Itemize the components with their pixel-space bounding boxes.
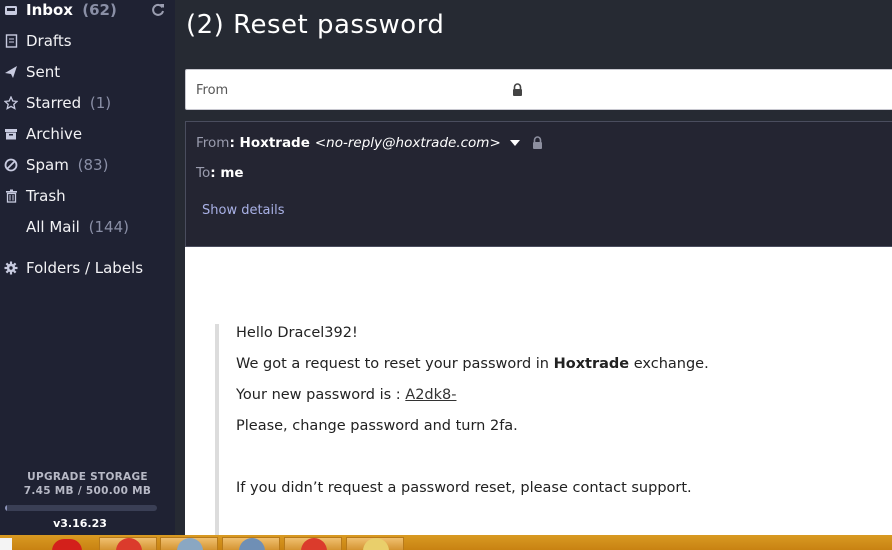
inbox-icon	[3, 2, 19, 18]
message-view: (2) Reset password From From: Hoxtrade <…	[175, 0, 892, 544]
taskbar-app-folder[interactable]	[346, 537, 404, 550]
sender-line: From: Hoxtrade <no-reply@hoxtrade.com>	[196, 135, 543, 151]
sender-email: <no-reply@hoxtrade.com>	[314, 135, 501, 151]
quote-bar	[215, 324, 219, 544]
unread-count: (62)	[82, 1, 117, 19]
all-mail-count: (144)	[88, 218, 129, 236]
refresh-icon[interactable]	[151, 2, 167, 18]
message-body: Hello Dracel392! We got a request to res…	[185, 247, 892, 544]
message-title: (2) Reset password	[186, 10, 445, 40]
sidebar-item-all-mail[interactable]: All Mail (144)	[0, 214, 175, 240]
drafts-icon	[3, 33, 19, 49]
lock-icon	[532, 136, 543, 150]
spam-count: (83)	[77, 156, 109, 174]
sidebar-item-label: All Mail	[26, 218, 80, 236]
storage-bar	[5, 505, 157, 511]
spam-icon	[3, 157, 19, 173]
sidebar-item-label: Starred	[26, 94, 82, 112]
body-line-support: If you didn’t request a password reset, …	[236, 480, 692, 496]
recipient-line: To: me	[196, 165, 244, 181]
from-field[interactable]: From	[185, 69, 892, 110]
sidebar-item-trash[interactable]: Trash	[0, 183, 175, 209]
sidebar-item-label: Folders / Labels	[26, 259, 144, 277]
archive-icon	[3, 126, 19, 142]
from-field-label: From	[196, 83, 229, 98]
sidebar-item-sent[interactable]: Sent	[0, 59, 175, 85]
taskbar-app-chrome-1[interactable]	[99, 537, 157, 550]
taskbar-app-3[interactable]	[222, 537, 280, 550]
opera-icon[interactable]	[52, 539, 82, 550]
sidebar-item-archive[interactable]: Archive	[0, 121, 175, 147]
taskbar	[0, 535, 892, 550]
sender-name: : Hoxtrade	[229, 135, 310, 151]
app-version: v3.16.23	[53, 517, 107, 530]
storage-usage: 7.45 MB / 500.00 MB	[23, 485, 152, 497]
sidebar-item-label: Inbox	[26, 1, 73, 19]
brand-name: Hoxtrade	[553, 356, 630, 372]
starred-count: (1)	[89, 94, 112, 112]
sidebar-item-label: Spam	[26, 156, 69, 174]
from-key: From	[196, 135, 230, 151]
start-button[interactable]	[0, 538, 12, 550]
sidebar-item-label: Archive	[26, 125, 83, 143]
recipient-value: : me	[210, 165, 244, 181]
to-key: To	[196, 165, 211, 181]
body-line-advice: Please, change password and turn 2fa.	[236, 418, 518, 434]
upgrade-storage-link[interactable]: UPGRADE STORAGE	[0, 470, 175, 484]
sidebar-item-folders-labels[interactable]: Folders / Labels	[0, 255, 175, 281]
sidebar-item-spam[interactable]: Spam (83)	[0, 152, 175, 178]
storage-info[interactable]: UPGRADE STORAGE 7.45 MB / 500.00 MB	[0, 470, 175, 498]
sidebar-item-starred[interactable]: Starred (1)	[0, 90, 175, 116]
body-line-password: Your new password is : A2dk8-	[236, 387, 457, 403]
gear-icon	[3, 260, 19, 276]
message-header: From: Hoxtrade <no-reply@hoxtrade.com> T…	[185, 121, 892, 247]
lock-icon	[512, 82, 523, 101]
sidebar-item-label: Sent	[26, 63, 61, 81]
star-icon	[3, 95, 19, 111]
taskbar-app-chrome-2[interactable]	[284, 537, 342, 550]
show-details-link[interactable]: Show details	[202, 203, 285, 218]
chevron-down-icon[interactable]	[509, 140, 520, 146]
sidebar: Inbox (62) Drafts Sent Starred (1) Archi…	[0, 0, 175, 535]
storage-bar-fill	[5, 505, 8, 511]
body-line-request: We got a request to reset your password …	[236, 356, 709, 372]
greeting-text: Hello Dracel392!	[236, 325, 358, 341]
sent-icon	[3, 64, 19, 80]
sidebar-item-inbox[interactable]: Inbox (62)	[0, 0, 175, 23]
sidebar-item-label: Drafts	[26, 32, 72, 50]
sidebar-item-label: Trash	[26, 187, 66, 205]
sidebar-item-drafts[interactable]: Drafts	[0, 28, 175, 54]
new-password[interactable]: A2dk8-	[405, 387, 456, 403]
trash-icon	[3, 188, 19, 204]
taskbar-app-2[interactable]	[160, 537, 218, 550]
